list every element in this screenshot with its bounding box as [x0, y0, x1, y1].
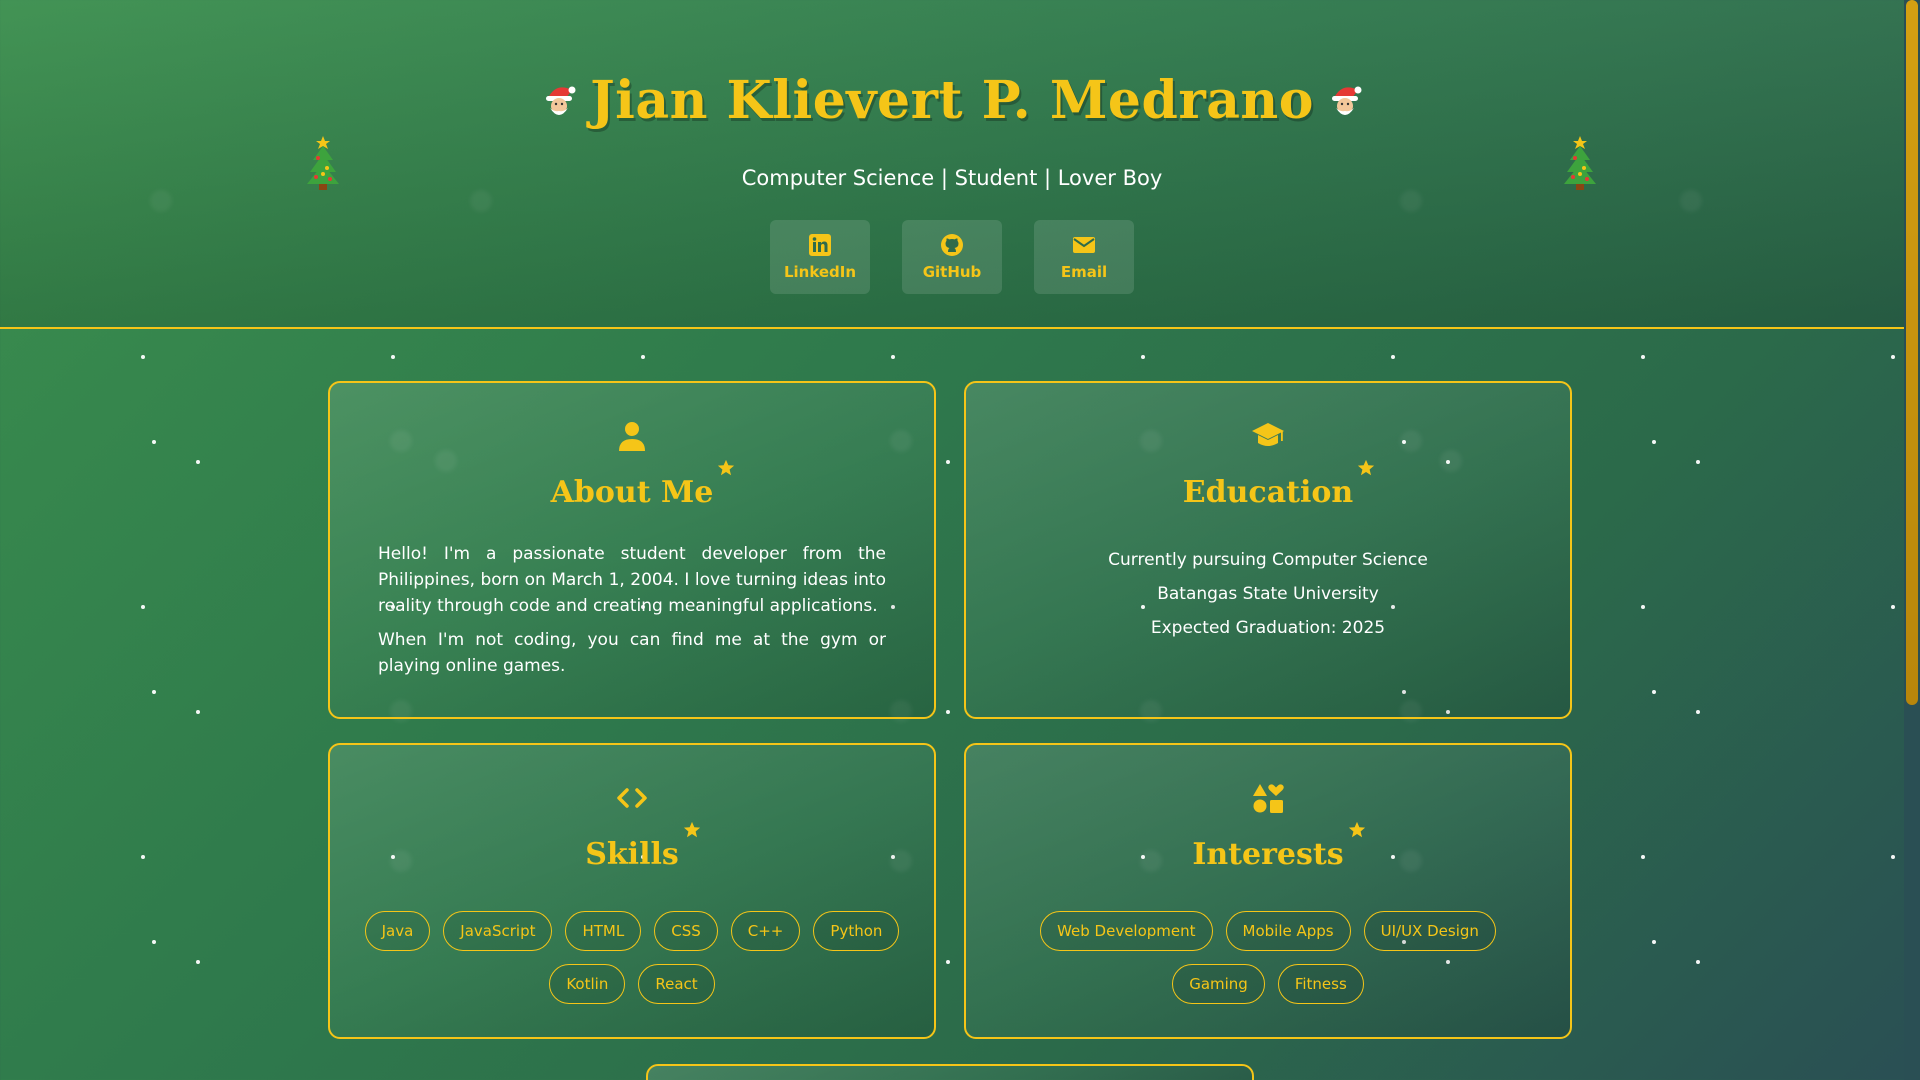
star-icon	[1358, 459, 1375, 476]
page-title: Jian Klievert P. Medrano	[590, 70, 1314, 131]
scrollbar[interactable]	[1904, 0, 1920, 1080]
skill-tag[interactable]: Python	[813, 911, 900, 951]
code-icon	[617, 788, 647, 808]
interest-tag[interactable]: Mobile Apps	[1225, 911, 1351, 951]
github-icon	[941, 234, 963, 256]
github-label: GitHub	[922, 263, 982, 281]
snowflake	[946, 710, 950, 714]
snowflake	[1891, 355, 1895, 359]
snowflake	[196, 960, 200, 964]
snowflake	[1696, 460, 1700, 464]
skills-card: Skills Java JavaScript HTML CSS C++ Pyth…	[328, 743, 936, 1039]
skill-tag[interactable]: Kotlin	[549, 964, 626, 1004]
skill-tag[interactable]: CSS	[654, 911, 718, 951]
snowflake	[141, 355, 145, 359]
education-line: Batangas State University	[1157, 584, 1379, 604]
star-icon	[718, 459, 735, 476]
santa-icon	[546, 86, 576, 115]
interest-tag[interactable]: UI/UX Design	[1363, 911, 1496, 951]
shapes-icon	[1253, 784, 1284, 813]
about-card: About Me Hello! I'm a passionate student…	[328, 381, 936, 719]
snowflake	[391, 355, 395, 359]
skills-tags: Java JavaScript HTML CSS C++ Python Kotl…	[360, 911, 904, 1004]
graduation-cap-icon	[1252, 423, 1284, 446]
snowflake	[1652, 690, 1656, 694]
envelope-icon	[1073, 237, 1095, 253]
interests-card: Interests Web Development Mobile Apps UI…	[964, 743, 1572, 1039]
linkedin-button[interactable]: LinkedIn	[770, 220, 870, 294]
education-card: Education Currently pursuing Computer Sc…	[964, 381, 1572, 719]
snowflake	[1696, 710, 1700, 714]
snowflake	[1641, 855, 1645, 859]
snowflake	[152, 940, 156, 944]
snowflake	[946, 960, 950, 964]
github-button[interactable]: GitHub	[902, 220, 1002, 294]
interest-tag[interactable]: Gaming	[1172, 964, 1265, 1004]
skill-tag[interactable]: C++	[730, 911, 801, 951]
snowflake	[196, 460, 200, 464]
snowflake	[1641, 355, 1645, 359]
snowflake	[141, 855, 145, 859]
skill-tag[interactable]: HTML	[565, 911, 642, 951]
snowflake	[196, 710, 200, 714]
snowflake	[1641, 605, 1645, 609]
snowflake	[1696, 960, 1700, 964]
next-card	[646, 1064, 1254, 1080]
email-label: Email	[1060, 263, 1108, 281]
snowflake	[1652, 940, 1656, 944]
santa-icon	[1331, 86, 1362, 115]
education-line: Expected Graduation: 2025	[1150, 618, 1386, 638]
site-header: Jian Klievert P. Medrano Computer Scienc…	[0, 0, 1904, 329]
skill-tag[interactable]: React	[638, 964, 715, 1004]
linkedin-label: LinkedIn	[783, 263, 857, 281]
scrollbar-thumb[interactable]	[1906, 0, 1918, 705]
social-links: LinkedIn GitHub Email	[0, 220, 1904, 294]
about-paragraph: Hello! I'm a passionate student develope…	[378, 544, 886, 616]
snowflake	[1391, 355, 1395, 359]
snowflake	[152, 440, 156, 444]
snowflake	[152, 690, 156, 694]
skill-tag[interactable]: Java	[364, 911, 431, 951]
snowflake	[1891, 605, 1895, 609]
interest-tag[interactable]: Fitness	[1277, 964, 1364, 1004]
education-line: Currently pursuing Computer Science	[1108, 550, 1428, 570]
linkedin-icon	[809, 234, 831, 256]
star-icon	[1348, 821, 1365, 838]
star-icon	[683, 821, 700, 838]
snowflake	[1652, 440, 1656, 444]
about-text: Hello! I'm a passionate student develope…	[378, 541, 886, 687]
skills-title: Skills	[585, 821, 700, 872]
page-subtitle: Computer Science | Student | Lover Boy	[741, 166, 1163, 190]
snowflake	[891, 355, 895, 359]
title-row: Jian Klievert P. Medrano	[0, 70, 1904, 131]
snowflake	[641, 355, 645, 359]
user-icon	[619, 422, 645, 451]
interest-tag[interactable]: Web Development	[1040, 911, 1213, 951]
about-title: About Me	[551, 459, 735, 510]
email-button[interactable]: Email	[1034, 220, 1134, 294]
snowflake	[1891, 855, 1895, 859]
skill-tag[interactable]: JavaScript	[443, 911, 553, 951]
about-paragraph: When I'm not coding, you can find me at …	[378, 630, 886, 676]
education-list: Currently pursuing Computer Science Bata…	[966, 543, 1570, 645]
interests-title: Interests	[1192, 821, 1365, 872]
snowflake	[1141, 355, 1145, 359]
education-title: Education	[1183, 459, 1375, 510]
snowflake	[946, 460, 950, 464]
snowflake	[141, 605, 145, 609]
interests-tags: Web Development Mobile Apps UI/UX Design…	[996, 911, 1540, 1004]
